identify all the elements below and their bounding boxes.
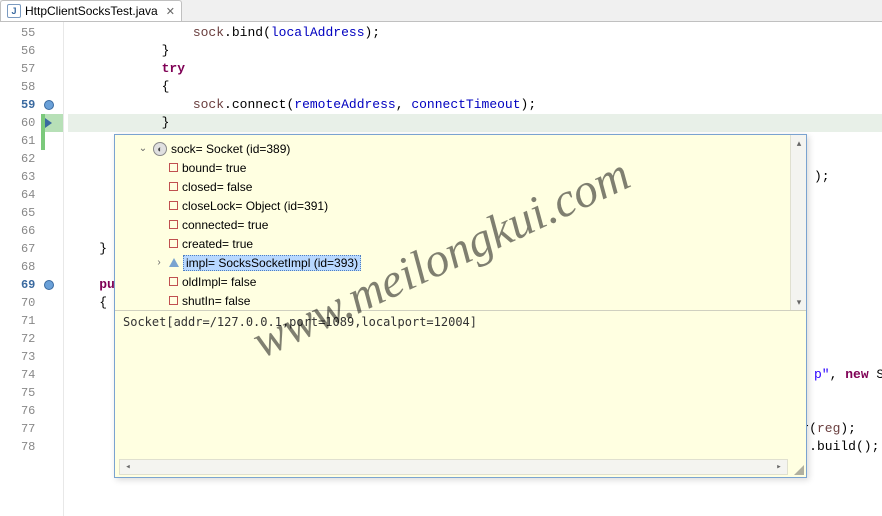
tree-field-row[interactable]: bound= true (115, 158, 806, 177)
code-line[interactable]: } (68, 42, 882, 60)
debug-tree[interactable]: ⌄ ◐ sock= Socket (id=389) bound= true clo… (115, 135, 806, 310)
line-number: 63 (0, 168, 35, 186)
marker-strip (41, 22, 63, 516)
line-number: 67 (0, 240, 35, 258)
line-number: 64 (0, 186, 35, 204)
close-icon[interactable]: ✕ (166, 5, 175, 18)
line-number: 68 (0, 258, 35, 276)
class-icon (169, 258, 179, 267)
line-number: 58 (0, 78, 35, 96)
tree-root-row[interactable]: ⌄ ◐ sock= Socket (id=389) (115, 139, 806, 158)
field-icon (169, 277, 178, 286)
line-number: 61 (0, 132, 35, 150)
tree-row-label: connected= true (182, 218, 268, 232)
code-line[interactable]: try (68, 60, 882, 78)
field-icon (169, 182, 178, 191)
breakpoint-icon[interactable] (44, 280, 54, 290)
tree-field-row[interactable]: shutIn= false (115, 291, 806, 310)
line-number: 70 (0, 294, 35, 312)
editor-area: 5556575859606162636465666768697071727374… (0, 22, 882, 516)
code-line[interactable]: { (68, 78, 882, 96)
tree-row-label: closed= false (182, 180, 252, 194)
expand-icon[interactable]: › (153, 257, 165, 268)
object-icon: ◐ (153, 142, 167, 156)
line-number: 65 (0, 204, 35, 222)
line-number: 78 (0, 438, 35, 456)
line-number: 60 (0, 114, 35, 132)
line-number: 66 (0, 222, 35, 240)
field-icon (169, 296, 178, 305)
field-icon (169, 220, 178, 229)
gutter: 5556575859606162636465666768697071727374… (0, 22, 64, 516)
code-fragment: ); (814, 168, 830, 186)
line-number: 56 (0, 42, 35, 60)
code-fragment: p", new Soc (814, 366, 882, 384)
tree-row-label: closeLock= Object (id=391) (182, 199, 328, 213)
tree-row-label: created= true (182, 237, 253, 251)
change-marker (41, 132, 45, 150)
scroll-up-icon[interactable]: ▴ (791, 135, 806, 151)
scrollbar-horizontal[interactable]: ◂ ▸ (119, 459, 788, 475)
tab-bar: J HttpClientSocksTest.java ✕ (0, 0, 882, 22)
code-line[interactable]: sock.connect(remoteAddress, connectTimeo… (68, 96, 882, 114)
tree-row-label: oldImpl= false (182, 275, 256, 289)
line-number: 55 (0, 24, 35, 42)
editor-tab[interactable]: J HttpClientSocksTest.java ✕ (0, 0, 182, 21)
scrollbar-vertical[interactable]: ▴ ▾ (790, 135, 806, 310)
debug-tostring: Socket[addr=/127.0.0.1,port=1089,localpo… (123, 315, 477, 329)
code-line[interactable]: sock.bind(localAddress); (68, 24, 882, 42)
debug-hover-popup: ⌄ ◐ sock= Socket (id=389) bound= true clo… (114, 134, 807, 478)
tree-row-label: bound= true (182, 161, 246, 175)
line-number: 73 (0, 348, 35, 366)
line-number: 77 (0, 420, 35, 438)
collapse-icon[interactable]: ⌄ (137, 143, 149, 154)
tree-row-label: impl= SocksSocketImpl (id=393) (183, 255, 361, 271)
tree-field-row[interactable]: closed= false (115, 177, 806, 196)
code-line[interactable]: } (68, 114, 882, 132)
scroll-down-icon[interactable]: ▾ (791, 294, 806, 310)
tree-row-label: sock= Socket (id=389) (171, 142, 290, 156)
line-numbers: 5556575859606162636465666768697071727374… (0, 22, 41, 516)
tree-field-row[interactable]: › impl= SocksSocketImpl (id=393) (115, 253, 806, 272)
scroll-left-icon[interactable]: ◂ (120, 460, 136, 474)
breakpoint-icon[interactable] (44, 100, 54, 110)
line-number: 75 (0, 384, 35, 402)
scroll-right-icon[interactable]: ▸ (771, 460, 787, 474)
line-number: 62 (0, 150, 35, 168)
tree-field-row[interactable]: created= true (115, 234, 806, 253)
line-number: 59 (0, 96, 35, 114)
debug-status-area: Socket[addr=/127.0.0.1,port=1089,localpo… (115, 310, 806, 477)
tree-field-row[interactable]: closeLock= Object (id=391) (115, 196, 806, 215)
tree-field-row[interactable]: oldImpl= false (115, 272, 806, 291)
field-icon (169, 163, 178, 172)
line-number: 74 (0, 366, 35, 384)
field-icon (169, 201, 178, 210)
field-icon (169, 239, 178, 248)
java-file-icon: J (7, 4, 21, 18)
tree-field-row[interactable]: connected= true (115, 215, 806, 234)
line-number: 57 (0, 60, 35, 78)
line-number: 76 (0, 402, 35, 420)
line-number: 69 (0, 276, 35, 294)
execution-pointer-icon (45, 118, 52, 128)
line-number: 71 (0, 312, 35, 330)
tree-row-label: shutIn= false (182, 294, 250, 308)
line-number: 72 (0, 330, 35, 348)
resize-handle[interactable] (792, 463, 804, 475)
tab-filename: HttpClientSocksTest.java (25, 4, 158, 18)
